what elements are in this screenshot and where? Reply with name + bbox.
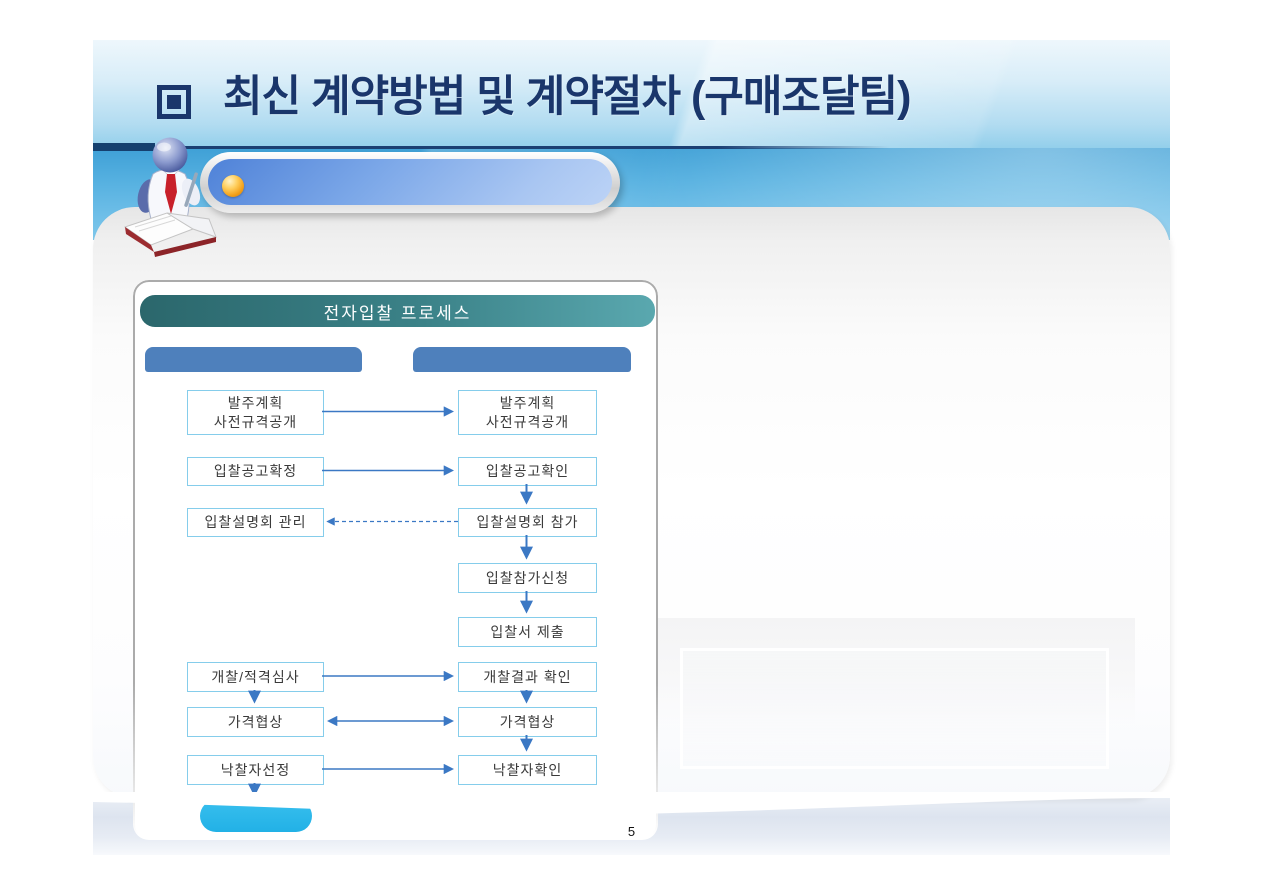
flow-box-price-nego-right: 가격협상 bbox=[458, 707, 597, 737]
flow-box-briefing-join-right: 입찰설명회 참가 bbox=[458, 508, 597, 537]
flow-box-opening-result-right: 개찰결과 확인 bbox=[458, 662, 597, 692]
flow-box-submit-bid-right: 입찰서 제출 bbox=[458, 617, 597, 647]
banner-capsule-inner bbox=[208, 159, 612, 205]
slide: 최신 계약방법 및 계약절차 (구매조달팀) 전자입찰 프로세스 발주계획 사전… bbox=[93, 40, 1170, 855]
slide-title: 최신 계약방법 및 계약절차 (구매조달팀) bbox=[223, 68, 910, 126]
flow-box-opening-review-left: 개찰/적격심사 bbox=[187, 662, 324, 692]
process-panel-title: 전자입찰 프로세스 bbox=[140, 295, 655, 327]
square-bullet-icon bbox=[157, 85, 191, 119]
footer-wave bbox=[93, 792, 1170, 824]
header-divider-line bbox=[93, 146, 1170, 149]
flow-box-order-plan-left: 발주계획 사전규격공개 bbox=[187, 390, 324, 435]
flow-box-winner-check-right: 낙찰자확인 bbox=[458, 755, 597, 785]
flow-box-notice-check-right: 입찰공고확인 bbox=[458, 457, 597, 486]
column-bar-left bbox=[145, 347, 362, 372]
flow-box-order-plan-right: 발주계획 사전규격공개 bbox=[458, 390, 597, 435]
flow-box-notice-confirm-left: 입찰공고확정 bbox=[187, 457, 324, 486]
flow-box-winner-select-left: 낙찰자선정 bbox=[187, 755, 324, 785]
flow-box-apply-right: 입찰참가신청 bbox=[458, 563, 597, 593]
column-bar-right bbox=[413, 347, 631, 372]
flow-box-briefing-manage-left: 입찰설명회 관리 bbox=[187, 508, 324, 537]
page-number: 5 bbox=[93, 824, 1170, 839]
flow-box-price-nego-left: 가격협상 bbox=[187, 707, 324, 737]
content-panel: 전자입찰 프로세스 발주계획 사전규격공개 발주계획 사전규격공개 입찰공고확정… bbox=[93, 207, 1170, 798]
banner-capsule bbox=[200, 152, 620, 213]
content-placeholder-box bbox=[680, 648, 1109, 769]
presenter-clipart-icon bbox=[95, 126, 230, 266]
title-row: 최신 계약방법 및 계약절차 (구매조달팀) bbox=[157, 68, 910, 126]
process-panel: 전자입찰 프로세스 발주계획 사전규격공개 발주계획 사전규격공개 입찰공고확정… bbox=[133, 280, 658, 840]
